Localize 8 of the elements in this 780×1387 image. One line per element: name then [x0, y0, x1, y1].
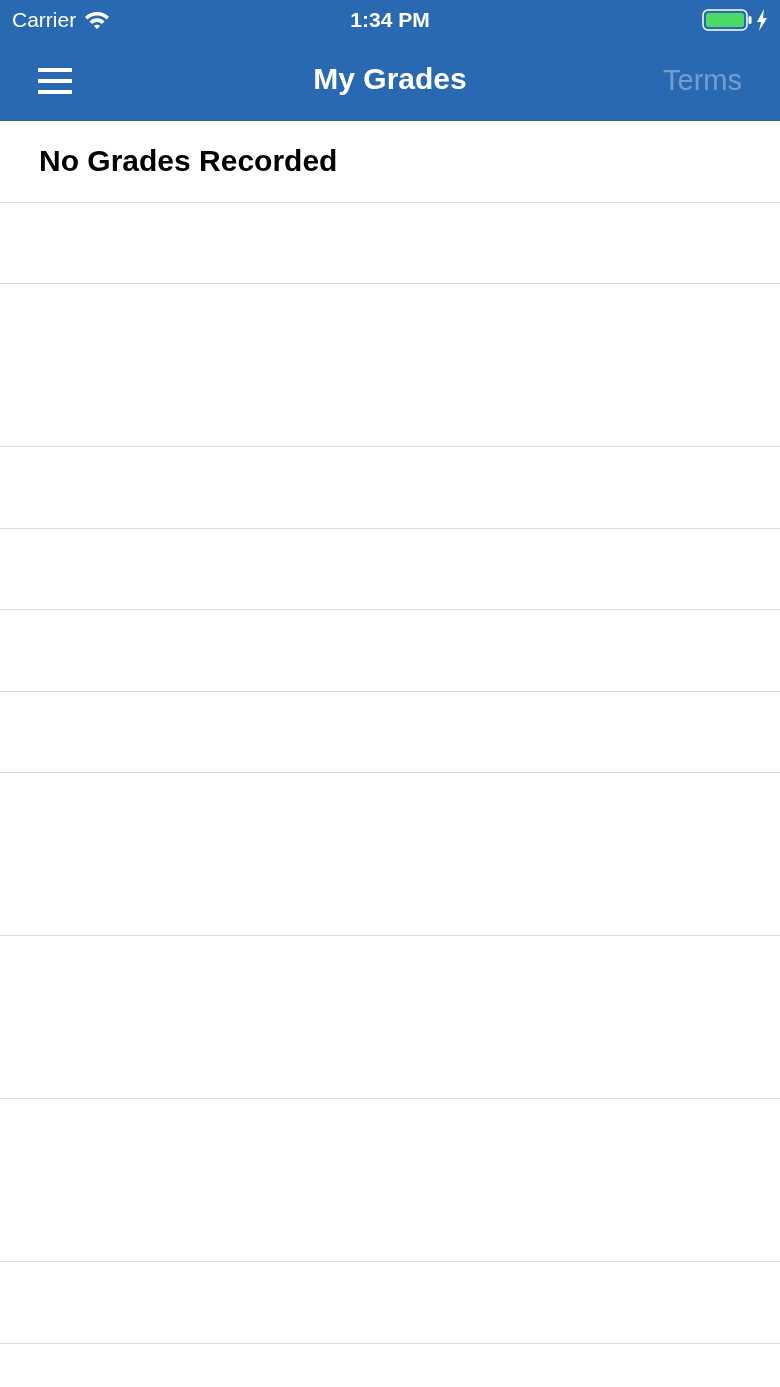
battery-icon: [702, 9, 752, 31]
clock-time: 1:34 PM: [350, 8, 430, 31]
menu-button[interactable]: [38, 66, 72, 95]
screen-title: My Grades: [313, 62, 467, 96]
empty-message: No Grades Recorded: [39, 144, 338, 179]
carrier-name: Carrier: [12, 8, 77, 32]
wifi-icon: [84, 10, 111, 30]
charging-icon: [756, 9, 768, 31]
